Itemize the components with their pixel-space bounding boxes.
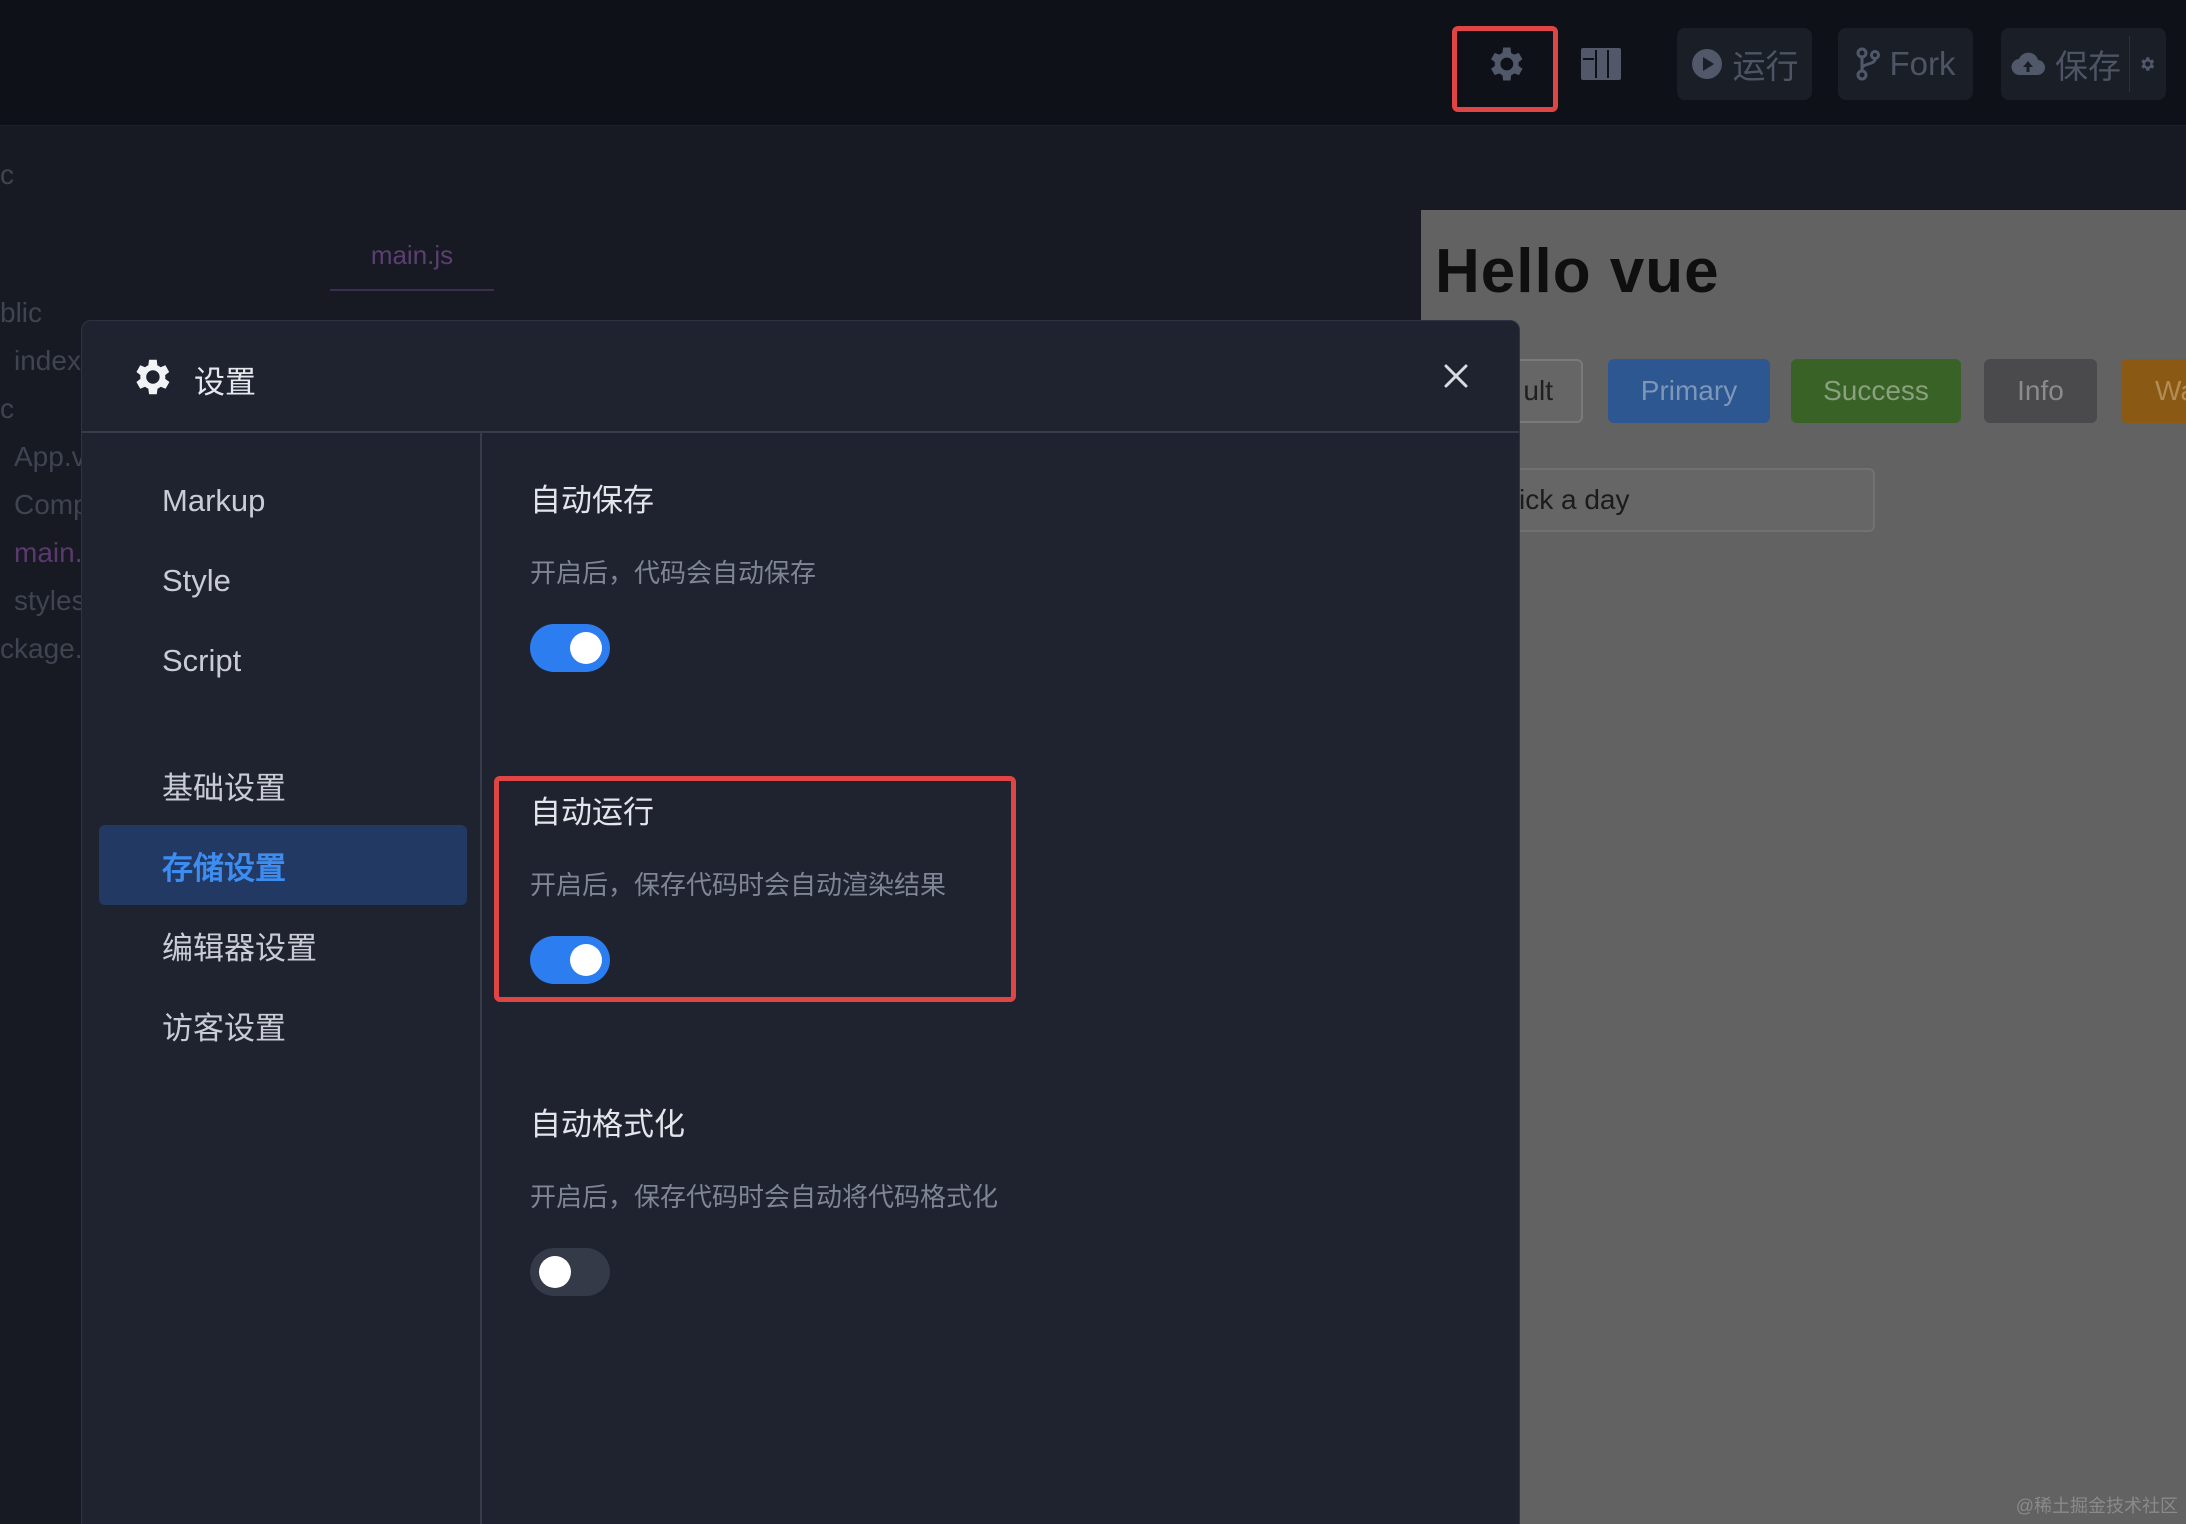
preview-success-button[interactable]: Success bbox=[1791, 359, 1961, 423]
top-bar: 运行 Fork 保存 bbox=[0, 0, 2186, 126]
modal-header: 设置 bbox=[82, 321, 1519, 433]
sidebar-item-visitor[interactable]: 访客设置 bbox=[162, 1003, 286, 1048]
preview-pane: Hello vue ult Primary Success Info Wa ic… bbox=[1421, 210, 2186, 1524]
small-gear-icon[interactable] bbox=[2138, 55, 2156, 73]
file-tree-fragment: c bbox=[0, 159, 14, 190]
save-button[interactable]: 保存 bbox=[2001, 28, 2166, 100]
sidebar-item-editor[interactable]: 编辑器设置 bbox=[162, 923, 317, 968]
layout-button[interactable] bbox=[1575, 28, 1627, 100]
app-root: 运行 Fork 保存 c blic index c App.v Comp mai… bbox=[0, 0, 2186, 1524]
toggle-knob bbox=[539, 1256, 571, 1288]
autosave-desc: 开启后，代码会自动保存 bbox=[530, 558, 817, 588]
autorun-highlight bbox=[494, 776, 1016, 1002]
run-button[interactable]: 运行 bbox=[1677, 28, 1812, 100]
watermark: @稀土掘金技术社区 bbox=[2015, 1496, 2178, 1516]
preview-heading: Hello vue bbox=[1435, 237, 1720, 306]
file-tree-item[interactable]: index bbox=[14, 345, 81, 377]
preview-warning-button[interactable]: Wa bbox=[2121, 359, 2186, 423]
sidebar-item-basic[interactable]: 基础设置 bbox=[162, 763, 286, 808]
file-tree-item[interactable]: blic bbox=[0, 297, 42, 329]
play-icon bbox=[1691, 48, 1723, 80]
file-tree-item[interactable]: c bbox=[0, 393, 14, 425]
tab-main-js[interactable]: main.js bbox=[330, 235, 494, 291]
sidebar-item-script[interactable]: Script bbox=[162, 643, 241, 679]
sidebar-item-markup[interactable]: Markup bbox=[162, 483, 265, 519]
sidebar-item-style[interactable]: Style bbox=[162, 563, 231, 599]
file-tree-item[interactable]: ckage. bbox=[0, 633, 83, 665]
close-icon[interactable] bbox=[1439, 359, 1473, 393]
modal-title: 设置 bbox=[194, 365, 256, 400]
preview-primary-button[interactable]: Primary bbox=[1608, 359, 1770, 423]
file-tree-item[interactable]: styles bbox=[14, 585, 86, 617]
save-label: 保存 bbox=[2055, 48, 2121, 85]
autosave-title: 自动保存 bbox=[530, 483, 654, 518]
gear-icon bbox=[128, 354, 174, 405]
preview-info-button[interactable]: Info bbox=[1984, 359, 2097, 423]
file-tree-item[interactable]: App.v bbox=[14, 441, 86, 473]
autoformat-desc: 开启后，保存代码时会自动将代码格式化 bbox=[530, 1182, 999, 1212]
autoformat-title: 自动格式化 bbox=[530, 1107, 685, 1142]
file-tree-item-active[interactable]: main. bbox=[14, 537, 82, 569]
autoformat-toggle[interactable] bbox=[530, 1248, 610, 1296]
cloud-upload-icon bbox=[2011, 51, 2045, 77]
fork-button[interactable]: Fork bbox=[1838, 28, 1973, 100]
fork-label: Fork bbox=[1889, 45, 1956, 82]
settings-sidebar: Markup Style Script 基础设置 存储设置 编辑器设置 访客设置 bbox=[82, 433, 482, 1524]
toggle-knob bbox=[570, 632, 602, 664]
sidebar-item-storage[interactable]: 存储设置 bbox=[162, 843, 286, 888]
settings-button-highlight bbox=[1452, 26, 1558, 112]
layout-icon bbox=[1581, 46, 1621, 82]
file-tree-item[interactable]: Comp bbox=[14, 489, 89, 521]
fork-icon bbox=[1856, 47, 1880, 81]
autosave-toggle[interactable] bbox=[530, 624, 610, 672]
save-divider bbox=[2129, 36, 2130, 92]
run-label: 运行 bbox=[1732, 48, 1799, 85]
